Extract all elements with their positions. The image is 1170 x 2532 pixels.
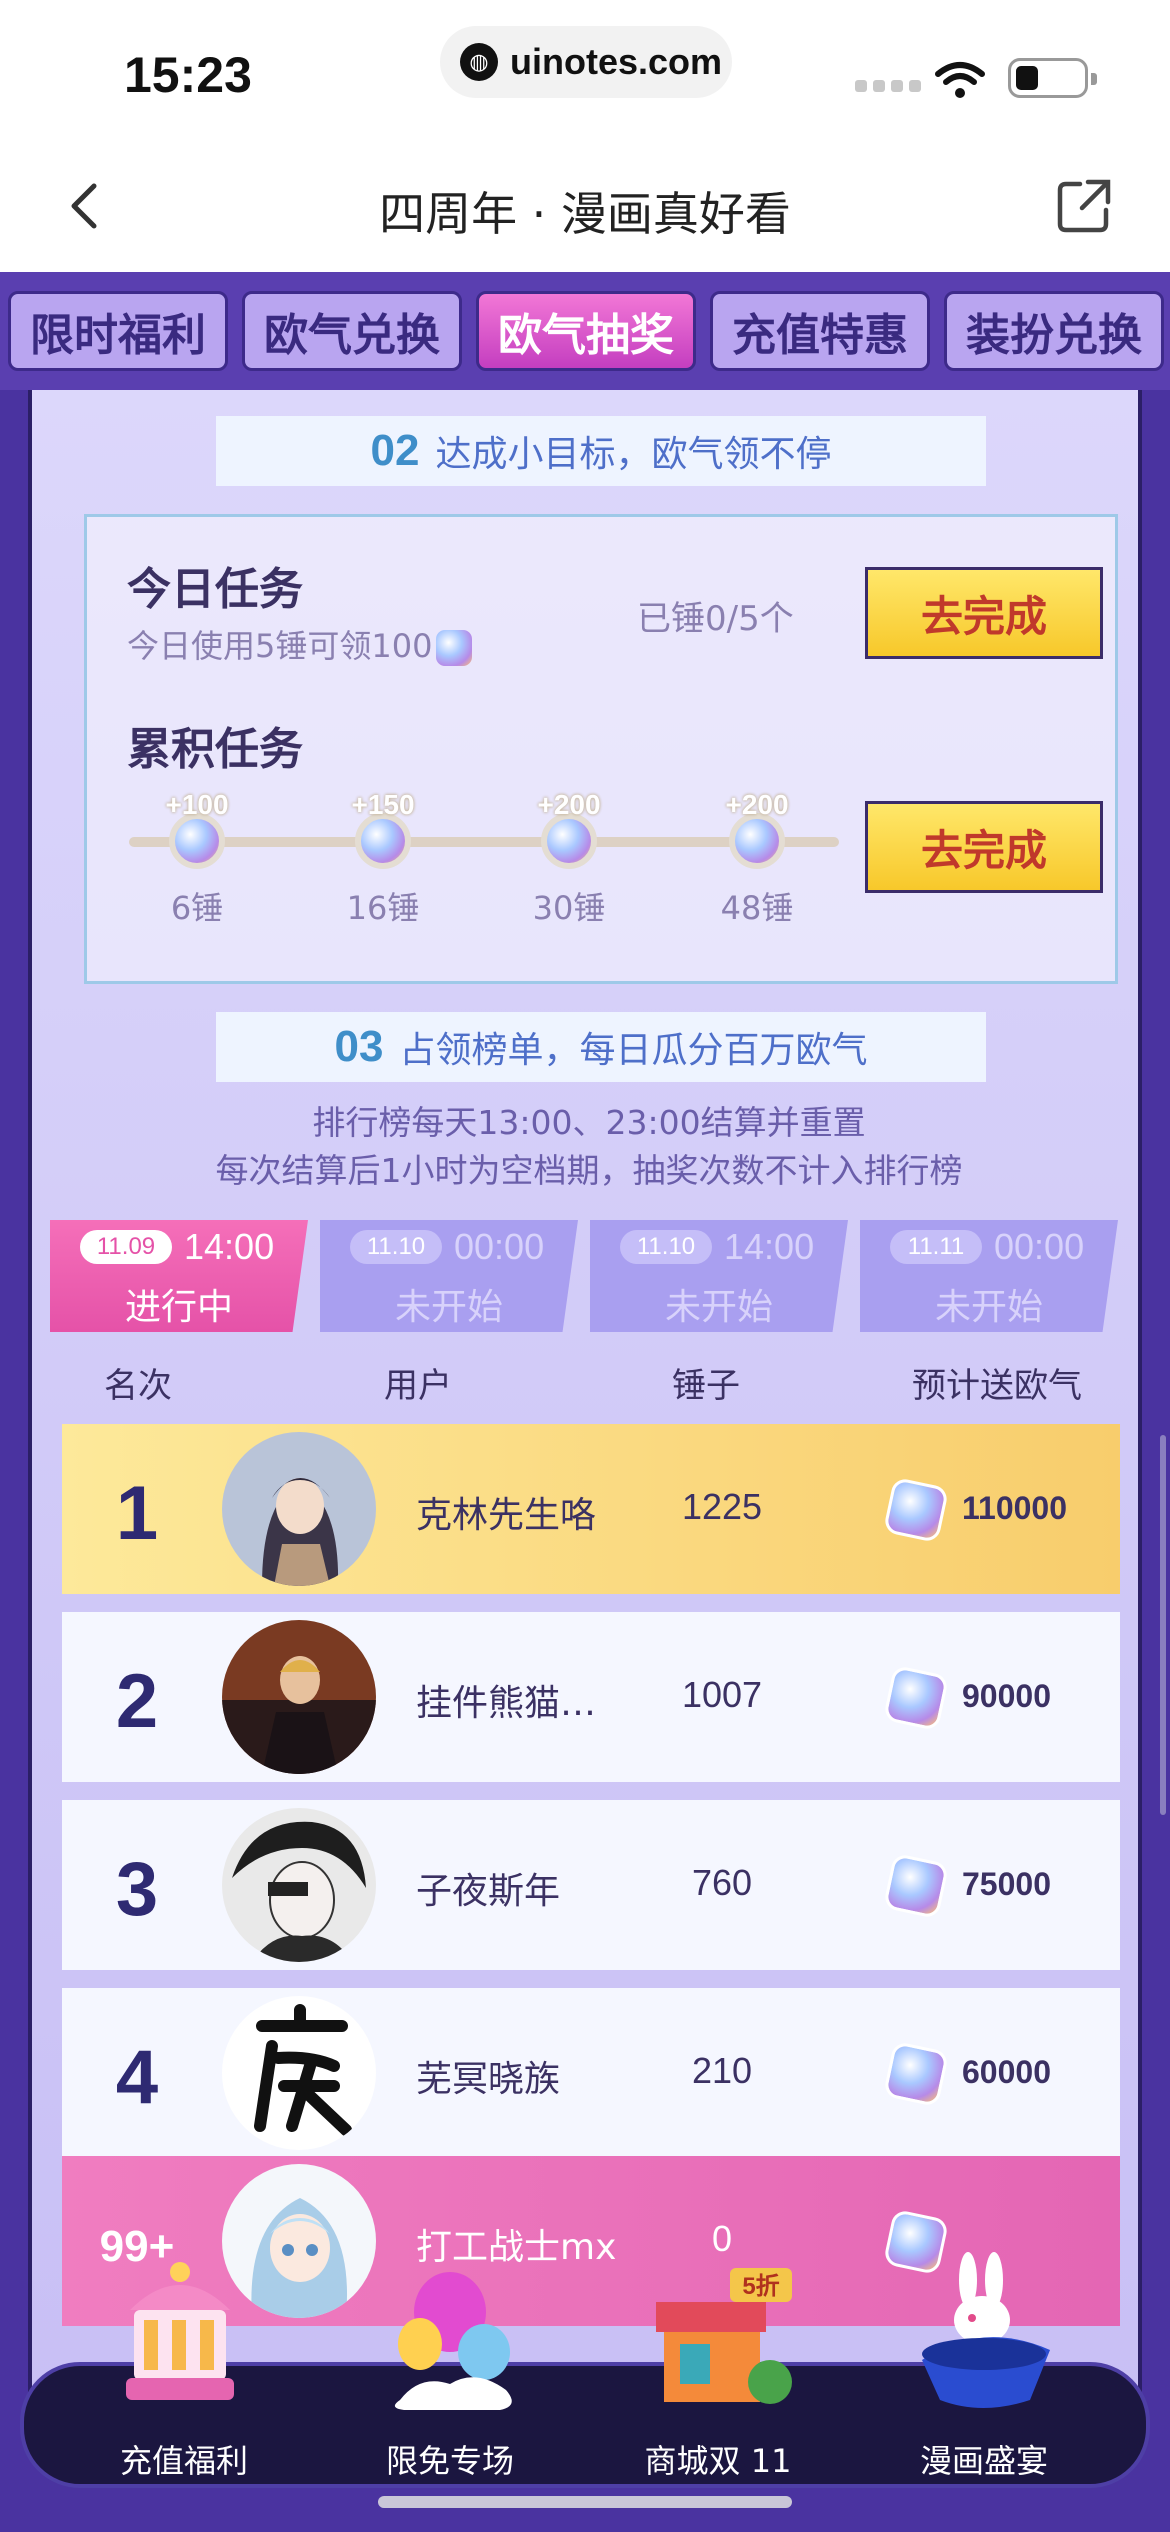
period-tab[interactable]: 11.09 14:00 进行中 xyxy=(50,1220,308,1332)
tab-luck-lottery[interactable]: 欧气抽奖 xyxy=(476,291,696,371)
hammer-count: 1007 xyxy=(681,1674,763,1715)
milestone-4: +200 48锤 xyxy=(720,789,794,927)
bottom-nav-comic-feast[interactable]: 漫画盛宴 xyxy=(854,2436,1114,2482)
period-tab[interactable]: 11.10 14:00 未开始 xyxy=(590,1220,848,1332)
user-avatar xyxy=(222,1808,376,1962)
username: 芜冥晓族 xyxy=(416,2059,561,2100)
bottom-nav-mall-double11[interactable]: 商城双 11 xyxy=(588,2436,848,2482)
hammer-count: 0 xyxy=(711,2218,733,2259)
bottom-nav-recharge-benefits[interactable]: 充值福利 xyxy=(54,2436,314,2482)
luck-gem-icon xyxy=(882,2040,950,2108)
url-text: uinotes.com xyxy=(510,41,723,82)
leaderboard-row[interactable]: 3 子夜斯年 760 75000 xyxy=(62,1800,1120,1970)
section-title: 达成小目标，欧气领不停 xyxy=(435,434,832,475)
section-number: 02 xyxy=(370,426,420,475)
user-avatar xyxy=(222,1432,376,1586)
tab-limited-benefits[interactable]: 限时福利 xyxy=(8,291,228,371)
leaderboard-row[interactable]: 2 挂件熊猫… 1007 90000 xyxy=(62,1612,1120,1782)
rank-number: 1 xyxy=(115,1471,159,1556)
page-title: 四周年 · 漫画真好看 xyxy=(379,187,791,241)
period-tab[interactable]: 11.10 00:00 未开始 xyxy=(320,1220,578,1332)
luck-gem-icon xyxy=(882,1852,950,1920)
hammer-count: 1225 xyxy=(681,1486,763,1527)
battery-icon xyxy=(1008,58,1097,98)
section-title: 占领榜单，每日瓜分百万欧气 xyxy=(399,1030,868,1071)
period-tab[interactable]: 11.11 00:00 未开始 xyxy=(860,1220,1118,1332)
daily-task-desc: 今日使用5锤可领100 xyxy=(127,621,473,667)
tab-luck-exchange[interactable]: 欧气兑换 xyxy=(242,291,462,371)
leaderboard-row[interactable]: 4 芜冥晓族 210 60000 xyxy=(62,1988,1120,2158)
milestone-2: +150 16锤 xyxy=(346,789,420,927)
cellular-signal-icon xyxy=(855,80,921,92)
reward-amount: 75000 xyxy=(962,1866,1051,1902)
username: 挂件熊猫… xyxy=(416,1683,597,1724)
reward-amount: 110000 xyxy=(962,1490,1068,1526)
hammer-count: 210 xyxy=(691,2050,753,2091)
luck-gem-icon: +200 xyxy=(537,789,601,869)
milestone-3: +200 30锤 xyxy=(532,789,606,927)
column-header-user: 用户 xyxy=(384,1366,452,1406)
leaderboard-row[interactable]: 1 克林先生咯 1225 110000 xyxy=(62,1424,1120,1594)
column-header-reward: 预计送欧气 xyxy=(912,1366,1082,1406)
tab-recharge-deals[interactable]: 充值特惠 xyxy=(710,291,930,371)
rank-number: 4 xyxy=(115,2035,159,2120)
reward-amount: 90000 xyxy=(962,1678,1051,1714)
luck-gem-icon: +200 xyxy=(725,789,789,869)
daily-go-complete-button[interactable]: 去完成 xyxy=(865,567,1103,659)
daily-task-progress: 已锤0/5个 xyxy=(637,599,794,639)
wifi-icon xyxy=(935,62,985,98)
rank-number: 2 xyxy=(115,1659,159,1744)
scrollbar-thumb[interactable] xyxy=(1160,1435,1166,1815)
magic-hat-rabbit-icon[interactable] xyxy=(910,2250,1060,2420)
luck-gem-icon xyxy=(436,630,473,666)
cumulative-task-title: 累积任务 xyxy=(127,724,303,775)
rule-line-2: 每次结算后1小时为空档期，抽奖次数不计入排行榜 xyxy=(215,1151,963,1190)
tab-bar: 限时福利 欧气兑换 欧气抽奖 充值特惠 装扮兑换 xyxy=(0,272,1170,390)
daily-task-title: 今日任务 xyxy=(127,564,303,615)
share-icon[interactable] xyxy=(1054,176,1114,236)
site-icon: ◍ xyxy=(460,43,498,81)
section-number: 03 xyxy=(334,1022,384,1071)
username: 克林先生咯 xyxy=(416,1495,597,1536)
period-tabs: 11.09 14:00 进行中 11.10 00:00 未开始 11.10 14… xyxy=(50,1220,1140,1336)
status-time: 15:23 xyxy=(124,47,252,103)
rank-number: 3 xyxy=(115,1847,159,1932)
hammer-count: 760 xyxy=(691,1862,753,1903)
reward-amount: 60000 xyxy=(962,2054,1051,2090)
cumulative-go-complete-button[interactable]: 去完成 xyxy=(865,801,1103,893)
balloon-icon[interactable] xyxy=(380,2260,530,2420)
rule-line-1: 排行榜每天13:00、23:00结算并重置 xyxy=(312,1103,866,1142)
user-avatar xyxy=(222,1620,376,1774)
section-3-banner: 03 占领榜单，每日瓜分百万欧气 xyxy=(216,1012,986,1082)
bottom-background xyxy=(0,2488,1170,2532)
tab-outfit-exchange[interactable]: 装扮兑换 xyxy=(944,291,1164,371)
carousel-icon[interactable] xyxy=(110,2250,250,2420)
luck-gem-icon xyxy=(882,1664,950,1732)
luck-gem-icon xyxy=(882,1476,950,1544)
luck-gem-icon: +100 xyxy=(165,789,229,869)
username: 子夜斯年 xyxy=(416,1871,561,1912)
milestone-1: +100 6锤 xyxy=(165,789,229,927)
discount-badge: 5折 xyxy=(742,2273,779,2300)
url-pill[interactable]: ◍ uinotes.com xyxy=(440,26,732,98)
activity-card: 02 达成小目标，欧气领不停 今日任务 今日使用5锤可领100 已锤0/5个 去… xyxy=(28,390,1166,2450)
section-2-banner: 02 达成小目标，欧气领不停 xyxy=(216,416,986,486)
nav-bar: 四周年 · 漫画真好看 xyxy=(0,140,1170,272)
user-avatar xyxy=(222,1996,376,2150)
home-indicator[interactable] xyxy=(378,2496,792,2508)
status-bar: 15:23 ◍ uinotes.com xyxy=(0,0,1170,140)
task-box: 今日任务 今日使用5锤可领100 已锤0/5个 去完成 累积任务 +100 6锤… xyxy=(84,514,1118,984)
column-header-hammer: 锤子 xyxy=(672,1366,740,1406)
luck-gem-icon: +150 xyxy=(351,789,415,869)
column-header-rank: 名次 xyxy=(104,1366,172,1406)
bottom-nav-free-zone[interactable]: 限免专场 xyxy=(320,2436,580,2482)
shop-stall-icon[interactable]: 5折 xyxy=(640,2262,800,2422)
main-content: 02 达成小目标，欧气领不停 今日任务 今日使用5锤可领100 已锤0/5个 去… xyxy=(0,390,1170,2532)
